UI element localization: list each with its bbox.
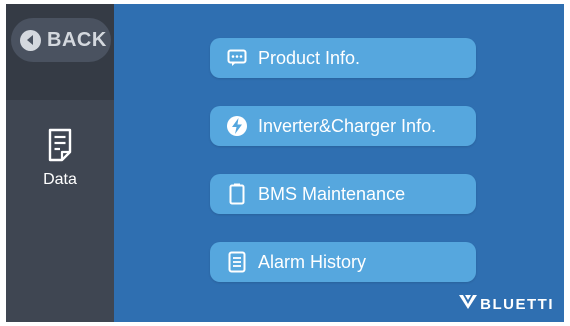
alarm-history-button[interactable]: Alarm History (210, 242, 476, 282)
back-arrow-icon (20, 29, 41, 51)
product-info-button[interactable]: Product Info. (210, 38, 476, 78)
brand-name: BLUETTI (480, 296, 554, 313)
inverter-charger-info-label: Inverter&Charger Info. (258, 115, 437, 136)
chat-bubble-icon (226, 47, 248, 69)
lightning-icon (226, 115, 248, 137)
back-button[interactable]: BACK (11, 18, 111, 62)
alarm-history-label: Alarm History (258, 251, 367, 272)
bms-maintenance-label: BMS Maintenance (258, 183, 406, 204)
sidebar-item-data[interactable]: Data (6, 128, 114, 208)
sidebar-header: BACK (6, 4, 114, 100)
inverter-charger-info-button[interactable]: Inverter&Charger Info. (210, 106, 476, 146)
sidebar-item-label: Data (43, 171, 77, 188)
screen: BACK Data Product Info. Inverter&Charger… (6, 4, 564, 322)
bluetti-logo: BLUETTI (459, 295, 554, 314)
back-label: BACK (47, 28, 107, 51)
product-info-label: Product Info. (258, 47, 361, 68)
bluetti-v-logo-icon (459, 295, 478, 314)
document-icon (47, 128, 73, 167)
sidebar: BACK Data (6, 4, 114, 322)
list-icon (226, 251, 248, 273)
bms-maintenance-button[interactable]: BMS Maintenance (210, 174, 476, 214)
battery-icon (226, 183, 248, 205)
